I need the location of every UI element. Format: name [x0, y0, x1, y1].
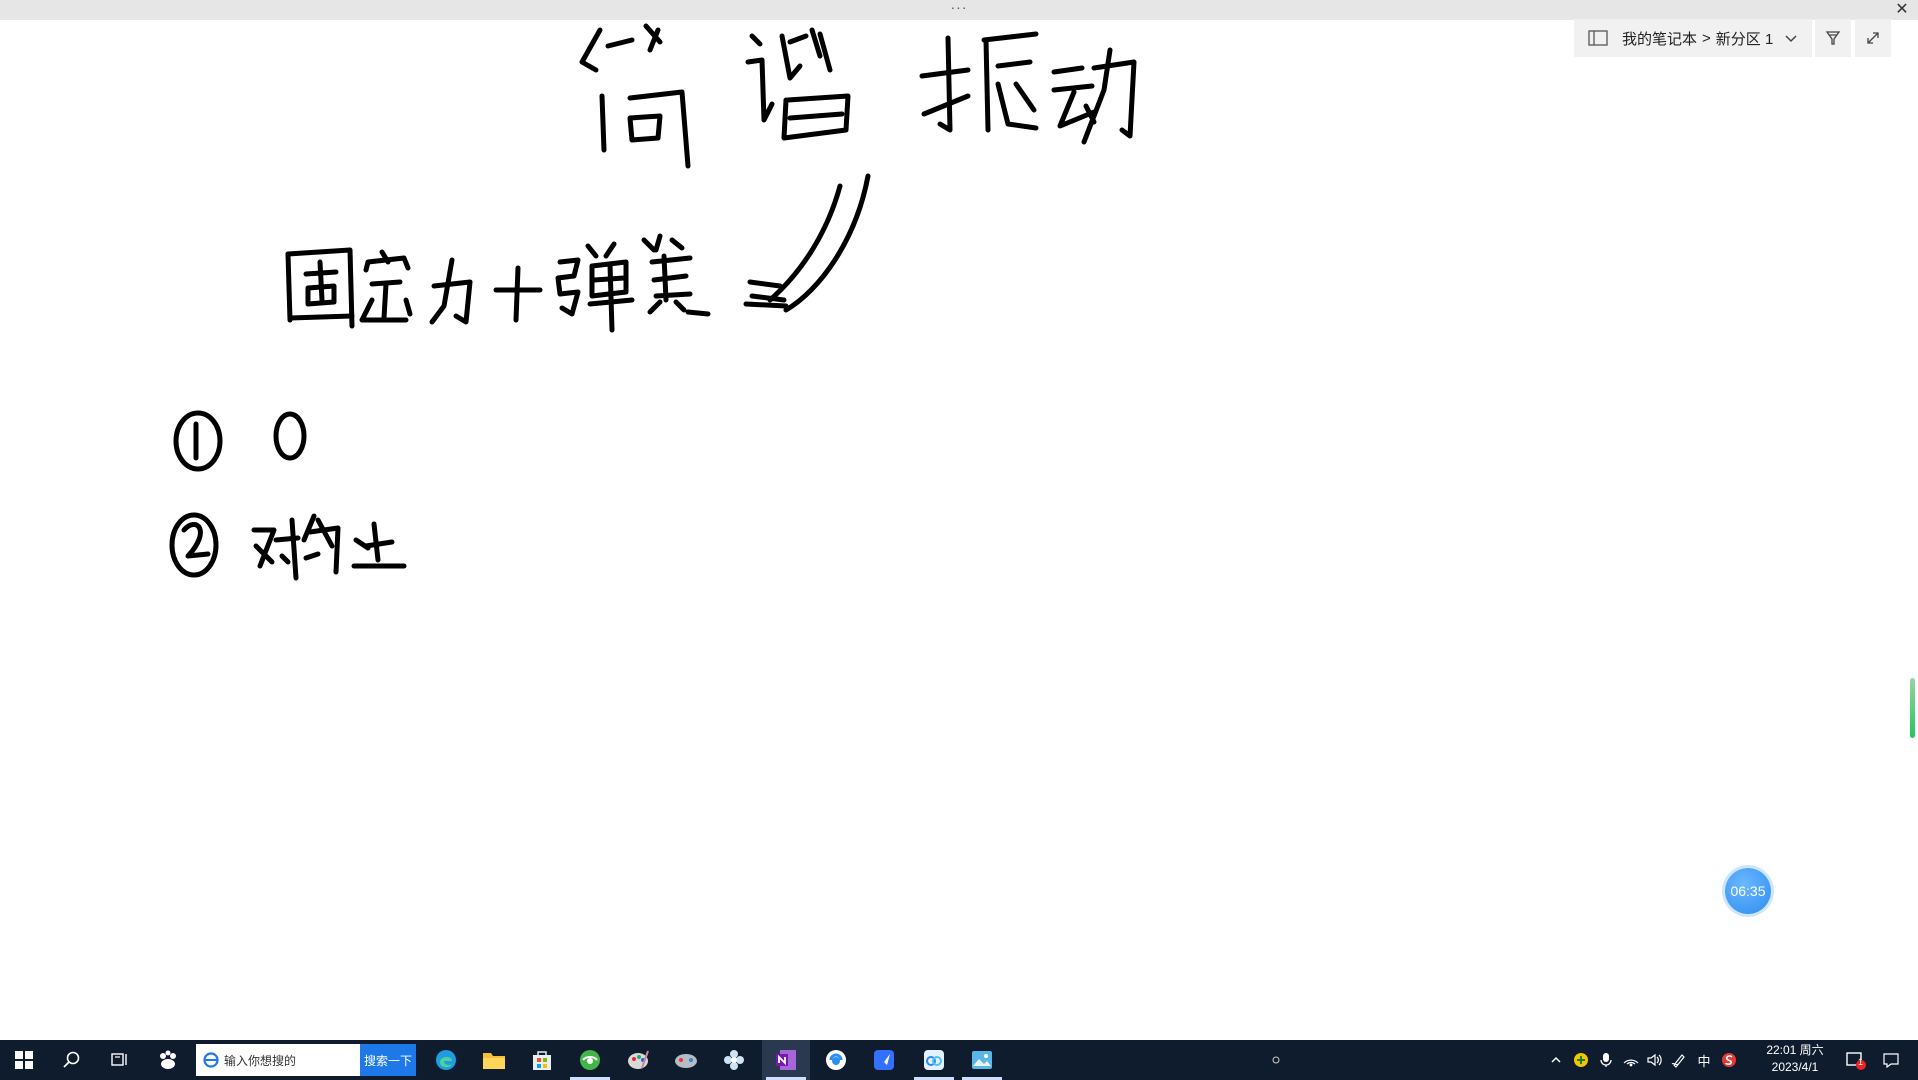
- tray-notification-app[interactable]: 1: [1842, 1040, 1870, 1080]
- ink-char-xie: [745, 27, 851, 141]
- ink-plus: [493, 265, 543, 323]
- page-scroll-indicator[interactable]: [1910, 678, 1915, 738]
- pen-icon: [1671, 1054, 1685, 1068]
- folder-icon: [483, 1053, 505, 1069]
- taskbar-search-input[interactable]: 输入你想搜的: [196, 1044, 360, 1076]
- chevron-up-icon: [1551, 1056, 1561, 1063]
- action-center-button[interactable]: [1876, 1040, 1906, 1080]
- sogou-s-icon: [1722, 1053, 1736, 1067]
- close-button[interactable]: ✕: [1892, 0, 1912, 20]
- feishu-app-button[interactable]: [860, 1040, 908, 1080]
- more-options-handle[interactable]: ···: [934, 0, 984, 20]
- ink-char-ding: [359, 249, 413, 323]
- ink-spring: [743, 173, 871, 313]
- edge-app-button[interactable]: [422, 1040, 470, 1080]
- feishu-icon: [874, 1050, 894, 1070]
- file-explorer-button[interactable]: [470, 1040, 518, 1080]
- game-app-button[interactable]: [662, 1040, 710, 1080]
- 360-browser-button[interactable]: [566, 1040, 614, 1080]
- tray-expand-button[interactable]: [1546, 1040, 1566, 1080]
- ink-char-jian: [579, 23, 691, 169]
- cloud-disk-icon: [924, 1050, 944, 1070]
- search-go-button[interactable]: 搜索一下: [360, 1044, 416, 1076]
- edge-icon: [436, 1050, 456, 1070]
- wifi-icon: [1623, 1059, 1639, 1067]
- store-app-button[interactable]: [518, 1040, 566, 1080]
- ink-item-1: [173, 410, 307, 472]
- 360-browser-icon: [580, 1050, 600, 1070]
- flower-app-button[interactable]: [710, 1040, 758, 1080]
- tray-plus-app[interactable]: [1570, 1040, 1592, 1080]
- paint-app-button[interactable]: [614, 1040, 662, 1080]
- windows-logo-icon: [15, 1051, 33, 1069]
- qq-icon: [826, 1050, 846, 1070]
- flower-icon: [724, 1050, 744, 1070]
- onenote-app-button[interactable]: [762, 1040, 810, 1080]
- baidu-app-button[interactable]: [144, 1040, 192, 1080]
- ink-item-2: [169, 512, 407, 581]
- palette-icon: [628, 1050, 649, 1069]
- tray-volume[interactable]: [1644, 1040, 1666, 1080]
- tray-network[interactable]: [1620, 1040, 1642, 1080]
- tray-ime[interactable]: 中: [1694, 1040, 1714, 1080]
- microphone-icon: [1600, 1053, 1612, 1067]
- ink-char-dong: [1051, 47, 1137, 145]
- gallery-icon: [972, 1051, 992, 1069]
- tray-microphone[interactable]: [1596, 1040, 1616, 1080]
- ink-char-huang: [641, 233, 711, 317]
- clock-date: 2023/4/1: [1771, 1060, 1819, 1074]
- ink-char-gu: [285, 247, 355, 329]
- task-view-button[interactable]: [96, 1040, 144, 1080]
- handwriting-ink: [169, 23, 1137, 581]
- search-icon: [63, 1051, 80, 1068]
- qq-app-button[interactable]: [812, 1040, 860, 1080]
- message-badge-icon: [1846, 1052, 1866, 1070]
- ink-char-li: [429, 257, 473, 325]
- taskbar-clock[interactable]: 22:01 周六 2023/4/1: [1752, 1042, 1838, 1078]
- baidu-paw-icon: [160, 1050, 176, 1069]
- tray-pen[interactable]: [1668, 1040, 1690, 1080]
- clock-time: 22:01 周六: [1766, 1043, 1824, 1057]
- floating-timer[interactable]: 06:35: [1725, 868, 1771, 914]
- baidu-netdisk-button[interactable]: [910, 1040, 958, 1080]
- onenote-icon: [776, 1050, 796, 1070]
- window-title-bar: ··· ✕: [0, 0, 1918, 20]
- taskbar-center-dot: [1268, 1040, 1284, 1080]
- ie-logo-icon: [203, 1052, 219, 1068]
- start-button[interactable]: [0, 1040, 48, 1080]
- store-bag-icon: [533, 1051, 551, 1070]
- small-circle-icon: [1272, 1056, 1280, 1064]
- action-center-icon: [1883, 1053, 1899, 1068]
- search-placeholder: 输入你想搜的: [224, 1053, 297, 1068]
- note-canvas[interactable]: [0, 20, 1918, 1040]
- gallery-app-button[interactable]: [958, 1040, 1006, 1080]
- game-controller-icon: [675, 1054, 697, 1068]
- notification-count: 1: [1858, 1057, 1864, 1067]
- task-view-icon: [111, 1053, 127, 1066]
- green-plus-icon: [1574, 1053, 1588, 1067]
- ink-char-zhen: [919, 31, 1039, 133]
- taskbar: 输入你想搜的 搜索一下 中 22:01 周六 2023/4/1 1: [0, 1040, 1918, 1080]
- speaker-icon: [1647, 1053, 1662, 1067]
- taskbar-search-button[interactable]: [48, 1040, 96, 1080]
- ink-char-tan: [555, 241, 635, 333]
- tray-sogou[interactable]: [1718, 1040, 1740, 1080]
